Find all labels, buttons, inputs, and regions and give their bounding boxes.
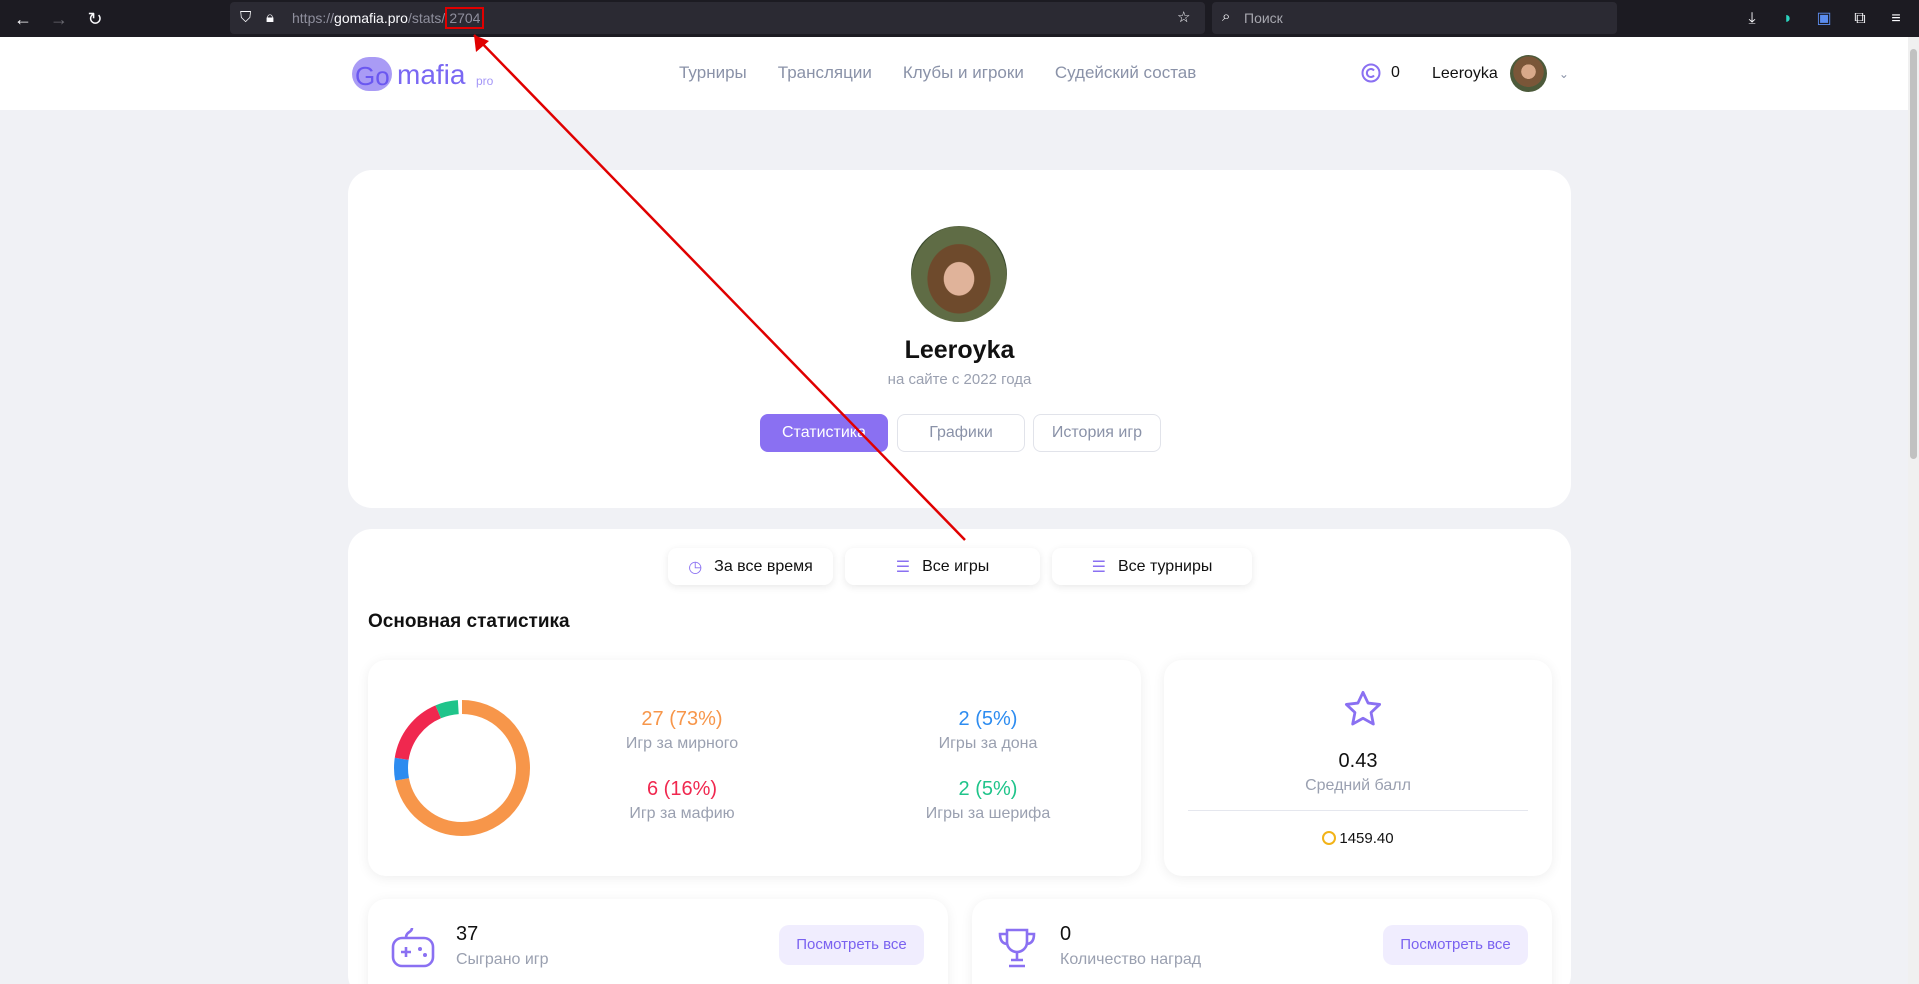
- score-card: 0.43 Средний балл 1459.40: [1164, 660, 1552, 876]
- chevron-down-icon: ⌄: [1558, 66, 1569, 81]
- avg-score-label: Средний балл: [1305, 777, 1411, 794]
- search-icon: ⌕: [1222, 8, 1231, 25]
- site-header: Go mafia pro Турниры Трансляции Клубы и …: [0, 37, 1908, 110]
- nav-tournaments[interactable]: Турниры: [679, 63, 747, 83]
- rating: 1459.40: [1164, 830, 1552, 847]
- url-bar[interactable]: ⛉ 🔒︎ https://gomafia.pro/stats/2704 ☆: [230, 2, 1205, 34]
- stat-value: 6 (16%): [646, 778, 718, 800]
- list-icon: ☰: [1091, 558, 1106, 576]
- stat-civilian: 27 (73%) Игр за мирного: [582, 708, 782, 753]
- games-played-card: 37 Сыграно игр Посмотреть все: [368, 899, 948, 984]
- lock-icon[interactable]: 🔒︎: [266, 9, 274, 27]
- logo-pro: pro: [476, 74, 494, 88]
- translate-icon[interactable]: ▣: [1811, 6, 1837, 32]
- awards-count: 0: [1060, 923, 1072, 945]
- stat-value: 2 (5%): [958, 708, 1018, 730]
- filter-tournaments-label: Все турниры: [1117, 557, 1213, 575]
- filter-period[interactable]: ◷ За все время: [668, 548, 833, 585]
- stat-label: Игры за дона: [938, 735, 1038, 752]
- games-label: Сыграно игр: [456, 951, 549, 968]
- coin-count: 0: [1391, 64, 1400, 81]
- stat-sheriff: 2 (5%) Игры за шерифа: [888, 778, 1088, 823]
- profile-avatar: [911, 226, 1007, 322]
- clock-icon: ◷: [688, 558, 703, 576]
- stat-don: 2 (5%) Игры за дона: [888, 708, 1088, 753]
- rating-coin-icon: [1322, 831, 1337, 845]
- user-menu[interactable]: Leeroyka ⌄: [1432, 55, 1569, 92]
- logo-go: Go: [355, 61, 390, 91]
- section-title: Основная статистика: [368, 611, 570, 632]
- star-icon: [1344, 690, 1382, 726]
- profile-name: Leeroyka: [904, 336, 1015, 364]
- logo-mafia: mafia: [397, 59, 466, 90]
- bookmark-star-icon[interactable]: ☆: [1177, 9, 1190, 27]
- reload-icon[interactable]: ↻: [82, 6, 108, 32]
- stat-label: Игр за мирного: [625, 735, 739, 752]
- filter-games-label: Все игры: [922, 557, 990, 575]
- nav-broadcasts[interactable]: Трансляции: [778, 63, 872, 83]
- see-all-awards-button[interactable]: Посмотреть все: [1383, 925, 1528, 965]
- awards-label: Количество наград: [1060, 951, 1202, 968]
- header-username: Leeroyka: [1432, 64, 1498, 82]
- main-nav: Турниры Трансляции Клубы и игроки Судейс…: [679, 63, 1196, 83]
- forward-icon[interactable]: →: [46, 6, 72, 32]
- nav-clubs-players[interactable]: Клубы и игроки: [903, 63, 1024, 83]
- shield-icon[interactable]: ⛉: [240, 9, 251, 27]
- stats-card: ◷ За все время ☰ Все игры ☰ Все турниры …: [348, 529, 1571, 984]
- tab-charts[interactable]: Графики: [897, 414, 1025, 452]
- coin-icon: [1361, 63, 1381, 83]
- awards-card: 0 Количество наград Посмотреть все: [972, 899, 1552, 984]
- search-bar[interactable]: ⌕ Поиск: [1212, 2, 1617, 34]
- back-icon[interactable]: ←: [10, 6, 36, 32]
- tab-statistics[interactable]: Статистика: [760, 414, 888, 452]
- download-icon[interactable]: ⤓: [1739, 6, 1765, 32]
- search-placeholder: Поиск: [1244, 10, 1283, 26]
- scrollbar-thumb[interactable]: [1910, 49, 1917, 459]
- url-id-highlight: 2704: [445, 7, 485, 29]
- menu-icon[interactable]: ≡: [1883, 6, 1909, 32]
- stat-label: Игры за шерифа: [925, 805, 1051, 822]
- stat-value: 2 (5%): [958, 778, 1018, 800]
- nav-judges[interactable]: Судейский состав: [1055, 63, 1196, 83]
- gamepad-icon: [391, 927, 435, 968]
- tab-game-history[interactable]: История игр: [1033, 414, 1161, 452]
- trophy-icon: [998, 928, 1036, 968]
- divider: [1188, 810, 1528, 811]
- avatar: [1509, 55, 1547, 92]
- profile-card: Leeroyka на сайте с 2022 года Статистика…: [348, 170, 1571, 508]
- list-icon: ☰: [895, 558, 911, 576]
- coin-balance[interactable]: 0: [1360, 62, 1400, 84]
- extensions-icon[interactable]: ⧉: [1847, 6, 1873, 32]
- avg-score: 0.43: [1338, 750, 1378, 772]
- see-all-games-button[interactable]: Посмотреть все: [779, 925, 924, 965]
- url-text[interactable]: https://gomafia.pro/stats/2704: [292, 7, 485, 29]
- roles-donut: [394, 700, 530, 836]
- roles-card: 27 (73%) Игр за мирного 2 (5%) Игры за д…: [368, 660, 1141, 876]
- stat-value: 27 (73%): [641, 708, 723, 730]
- profile-since: на сайте с 2022 года: [887, 371, 1032, 388]
- browser-toolbar: ← → ↻ ⛉ 🔒︎ https://gomafia.pro/stats/270…: [0, 0, 1919, 37]
- filter-games[interactable]: ☰ Все игры: [845, 548, 1040, 585]
- extension-icon[interactable]: ◗: [1775, 6, 1801, 32]
- page-scrollbar[interactable]: [1908, 37, 1919, 984]
- rating-value: 1459.40: [1339, 830, 1394, 847]
- games-count: 37: [456, 923, 479, 945]
- stat-label: Игр за мафию: [629, 805, 735, 822]
- filter-tournaments[interactable]: ☰ Все турниры: [1052, 548, 1252, 585]
- stat-mafia: 6 (16%) Игр за мафию: [582, 778, 782, 823]
- filter-period-label: За все время: [714, 557, 813, 575]
